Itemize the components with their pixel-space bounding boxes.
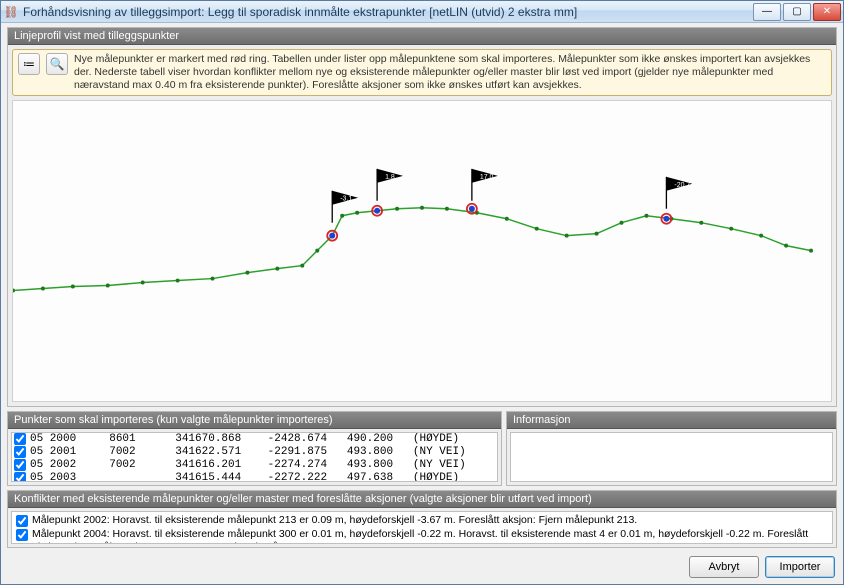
row-checkbox[interactable] xyxy=(14,446,26,458)
minimize-button[interactable]: — xyxy=(753,3,781,21)
svg-text:-3.1: -3.1 xyxy=(340,196,352,203)
maximize-button[interactable]: ▢ xyxy=(783,3,811,21)
info-text: Nye målepunkter er markert med rød ring.… xyxy=(74,53,826,92)
points-scroll[interactable]: 05 2000 8601 341670.868 -2428.674 490.20… xyxy=(12,433,497,481)
row-text: 05 2001 7002 341622.571 -2291.875 493.80… xyxy=(30,446,466,459)
table-row[interactable]: 05 2003 341615.444 -2272.222 497.638 (HØ… xyxy=(12,472,497,481)
close-button[interactable]: ✕ xyxy=(813,3,841,21)
conflict-checkbox[interactable] xyxy=(16,515,28,527)
conflict-row: Målepunkt 2002: Horavst. til eksisterend… xyxy=(16,514,828,528)
profile-group: Linjeprofil vist med tilleggspunkter ≔ 🔍… xyxy=(7,27,837,407)
svg-text:17.0: 17.0 xyxy=(480,174,494,181)
window-controls: — ▢ ✕ xyxy=(751,3,841,21)
titlebar: ⛓ Forhåndsvisning av tilleggsimport: Leg… xyxy=(1,1,843,23)
information-group: Informasjon xyxy=(506,411,837,486)
conflict-text: Målepunkt 2004: Horavst. til eksisterend… xyxy=(32,528,828,544)
import-button[interactable]: Importer xyxy=(765,556,835,578)
conflict-checkbox[interactable] xyxy=(16,529,28,541)
points-group: Punkter som skal importeres (kun valgte … xyxy=(7,411,502,486)
points-header: Punkter som skal importeres (kun valgte … xyxy=(8,412,501,429)
row-text: 05 2003 341615.444 -2272.222 497.638 (HØ… xyxy=(30,472,459,481)
conflict-text: Målepunkt 2002: Horavst. til eksisterend… xyxy=(32,514,637,528)
row-text: 05 2000 8601 341670.868 -2428.674 490.20… xyxy=(30,433,459,446)
profile-header: Linjeprofil vist med tilleggspunkter xyxy=(8,28,836,45)
table-row[interactable]: 05 2001 7002 341622.571 -2291.875 493.80… xyxy=(12,446,497,459)
table-row[interactable]: 05 2002 7002 341616.201 -2274.274 493.80… xyxy=(12,459,497,472)
window-title: Forhåndsvisning av tilleggsimport: Legg … xyxy=(23,5,751,19)
svg-text:1.8: 1.8 xyxy=(385,174,395,181)
cancel-button[interactable]: Avbryt xyxy=(689,556,759,578)
dialog-window: ⛓ Forhåndsvisning av tilleggsimport: Leg… xyxy=(0,0,844,585)
row-text: 05 2002 7002 341616.201 -2274.274 493.80… xyxy=(30,459,466,472)
conflicts-group: Konflikter med eksisterende målepunkter … xyxy=(7,490,837,548)
profile-chart[interactable]: -3.1 1.8 17.0 -20.7 xyxy=(12,100,832,401)
mid-row: Punkter som skal importeres (kun valgte … xyxy=(7,411,837,486)
table-row[interactable]: 05 2000 8601 341670.868 -2428.674 490.20… xyxy=(12,433,497,446)
app-icon: ⛓ xyxy=(3,4,19,20)
points-list: 05 2000 8601 341670.868 -2428.674 490.20… xyxy=(11,432,498,482)
conflict-row: Målepunkt 2004: Horavst. til eksisterend… xyxy=(16,528,828,544)
legend-button[interactable]: ≔ xyxy=(18,53,40,75)
row-checkbox[interactable] xyxy=(14,472,26,481)
row-checkbox[interactable] xyxy=(14,459,26,471)
conflicts-list: Målepunkt 2002: Horavst. til eksisterend… xyxy=(11,511,833,544)
information-body xyxy=(510,432,833,482)
row-checkbox[interactable] xyxy=(14,433,26,445)
info-bar: ≔ 🔍 Nye målepunkter er markert med rød r… xyxy=(12,49,832,96)
conflicts-header: Konflikter med eksisterende målepunkter … xyxy=(8,491,836,508)
dialog-buttons: Avbryt Importer xyxy=(7,552,837,578)
svg-text:-20.7: -20.7 xyxy=(674,182,690,189)
information-header: Informasjon xyxy=(507,412,836,429)
zoom-reset-button[interactable]: 🔍 xyxy=(46,53,68,75)
content-area: Linjeprofil vist med tilleggspunkter ≔ 🔍… xyxy=(1,23,843,584)
